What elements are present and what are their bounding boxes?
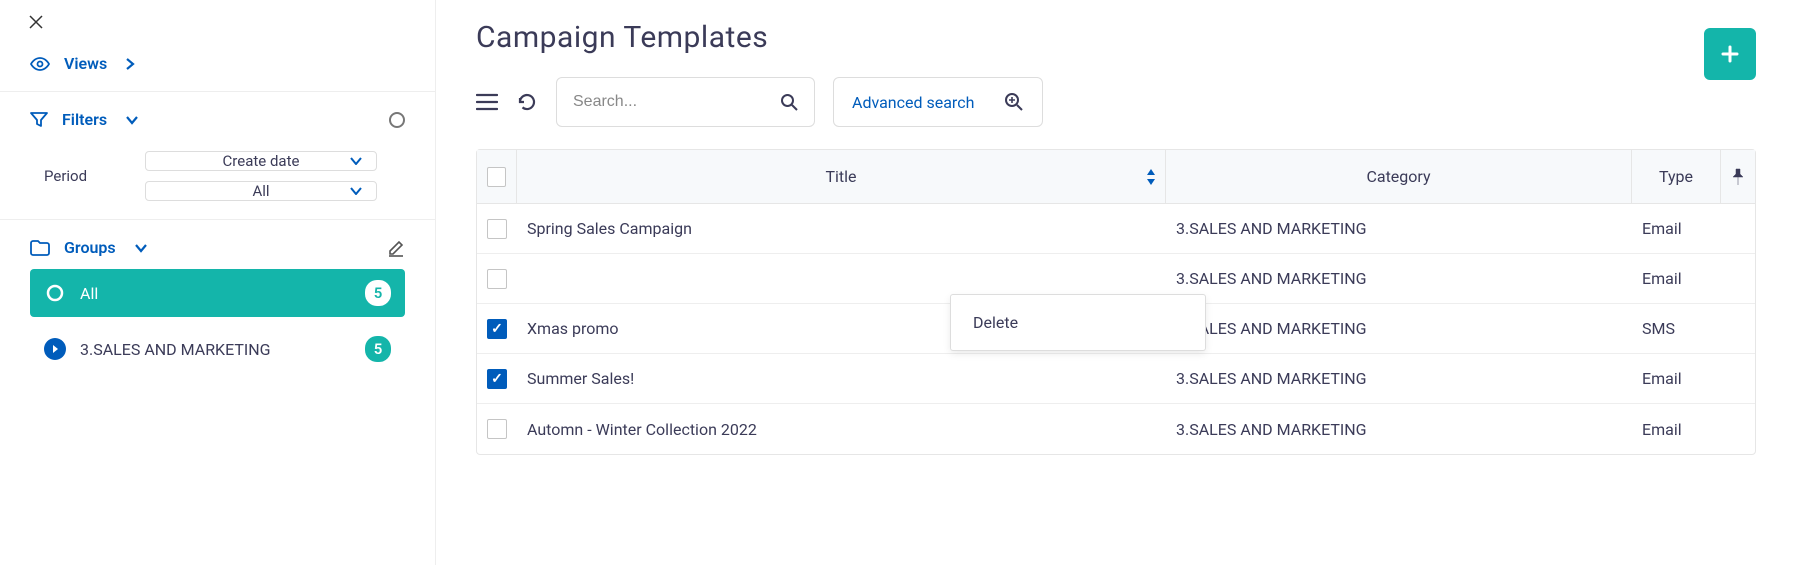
cell-type: Email <box>1632 204 1721 253</box>
sort-icon <box>1145 168 1157 186</box>
cell-category: 3.SALES AND MARKETING <box>1166 404 1632 454</box>
chevron-right-icon <box>125 57 135 71</box>
header-title-label: Title <box>825 167 856 186</box>
row-checkbox[interactable] <box>487 369 507 389</box>
cell-title[interactable]: Automn - Winter Collection 2022 <box>517 404 1166 454</box>
search-icon <box>780 93 798 111</box>
row-checkbox[interactable] <box>487 219 507 239</box>
sidebar: Views Filters Period <box>0 0 436 565</box>
cell-type: SMS <box>1632 304 1721 353</box>
cell-category: 3.SALES AND MARKETING <box>1166 354 1632 403</box>
edit-icon[interactable] <box>387 239 405 257</box>
folder-icon <box>30 240 50 256</box>
cell-type: Email <box>1632 254 1721 303</box>
select-value: All <box>252 182 269 200</box>
table-row[interactable]: Summer Sales! 3.SALES AND MARKETING Emai… <box>477 354 1755 404</box>
cell-category: 3.SALES AND MARKETING <box>1166 254 1632 303</box>
period-range-select[interactable]: All <box>145 181 377 201</box>
filter-clear-icon[interactable] <box>389 112 405 128</box>
groups-section: Groups <box>0 220 435 263</box>
row-checkbox[interactable] <box>487 319 507 339</box>
table-row[interactable]: Automn - Winter Collection 2022 3.SALES … <box>477 404 1755 454</box>
add-button[interactable] <box>1704 28 1756 80</box>
close-icon[interactable] <box>28 14 407 30</box>
period-field-select[interactable]: Create date <box>145 151 377 171</box>
chevron-down-icon <box>134 243 148 253</box>
search-input[interactable] <box>573 93 780 111</box>
row-checkbox[interactable] <box>487 419 507 439</box>
views-header[interactable]: Views <box>30 54 405 73</box>
group-label: All <box>80 284 365 303</box>
sidebar-close-row <box>0 0 435 36</box>
table-row[interactable]: Spring Sales Campaign 3.SALES AND MARKET… <box>477 204 1755 254</box>
select-all-checkbox[interactable] <box>487 167 506 187</box>
advanced-search-button[interactable]: Advanced search <box>833 77 1043 127</box>
menu-icon[interactable] <box>476 93 498 111</box>
filters-section: Filters Period Create date <box>0 92 435 220</box>
header-category-label: Category <box>1366 167 1430 186</box>
eye-icon <box>30 56 50 72</box>
chevron-down-icon <box>125 115 139 125</box>
cell-type: Email <box>1632 404 1721 454</box>
header-category[interactable]: Category <box>1166 150 1632 203</box>
row-checkbox[interactable] <box>487 269 507 289</box>
context-menu: Delete <box>950 294 1206 351</box>
arrow-right-icon <box>44 338 66 360</box>
chevron-down-icon <box>350 187 362 195</box>
cell-category: 3.SALES AND MARKETING <box>1166 204 1632 253</box>
header-type-label: Type <box>1659 167 1693 186</box>
table-header: Title Category Type <box>477 150 1755 204</box>
groups-header[interactable]: Groups <box>30 238 405 257</box>
header-title[interactable]: Title <box>517 150 1166 203</box>
period-row: Period Create date All <box>30 151 405 201</box>
select-value: Create date <box>223 152 300 170</box>
header-type[interactable]: Type <box>1632 150 1721 203</box>
header-checkbox-cell <box>477 150 517 203</box>
cell-title[interactable]: Summer Sales! <box>517 354 1166 403</box>
plus-icon <box>1721 45 1739 63</box>
search-box[interactable] <box>556 77 815 127</box>
cell-category: 3.SALES AND MARKETING <box>1166 304 1632 353</box>
main-panel: Campaign Templates Advanced search <box>436 0 1796 565</box>
filters-label: Filters <box>62 110 107 129</box>
refresh-icon[interactable] <box>516 91 538 113</box>
groups-label: Groups <box>64 238 116 257</box>
header-pin[interactable] <box>1721 150 1755 203</box>
cell-type: Email <box>1632 354 1721 403</box>
group-count-badge: 5 <box>365 280 391 306</box>
pin-icon <box>1731 168 1745 186</box>
page-title: Campaign Templates <box>476 20 1756 55</box>
group-label: 3.SALES AND MARKETING <box>80 340 365 359</box>
views-label: Views <box>64 54 107 73</box>
circle-icon <box>44 282 66 304</box>
group-item-sales-marketing[interactable]: 3.SALES AND MARKETING 5 <box>30 325 405 373</box>
toolbar: Advanced search <box>476 77 1756 127</box>
filters-header[interactable]: Filters <box>30 110 405 129</box>
group-count-badge: 5 <box>365 336 391 362</box>
advanced-search-label: Advanced search <box>852 93 974 112</box>
filter-icon <box>30 112 48 128</box>
cell-title[interactable]: Spring Sales Campaign <box>517 204 1166 253</box>
views-section: Views <box>0 36 435 92</box>
context-menu-delete[interactable]: Delete <box>951 299 1205 346</box>
period-label: Period <box>30 167 135 185</box>
search-plus-icon <box>1004 92 1024 112</box>
groups-list: All 5 3.SALES AND MARKETING 5 <box>0 263 435 381</box>
group-item-all[interactable]: All 5 <box>30 269 405 317</box>
chevron-down-icon <box>350 157 362 165</box>
